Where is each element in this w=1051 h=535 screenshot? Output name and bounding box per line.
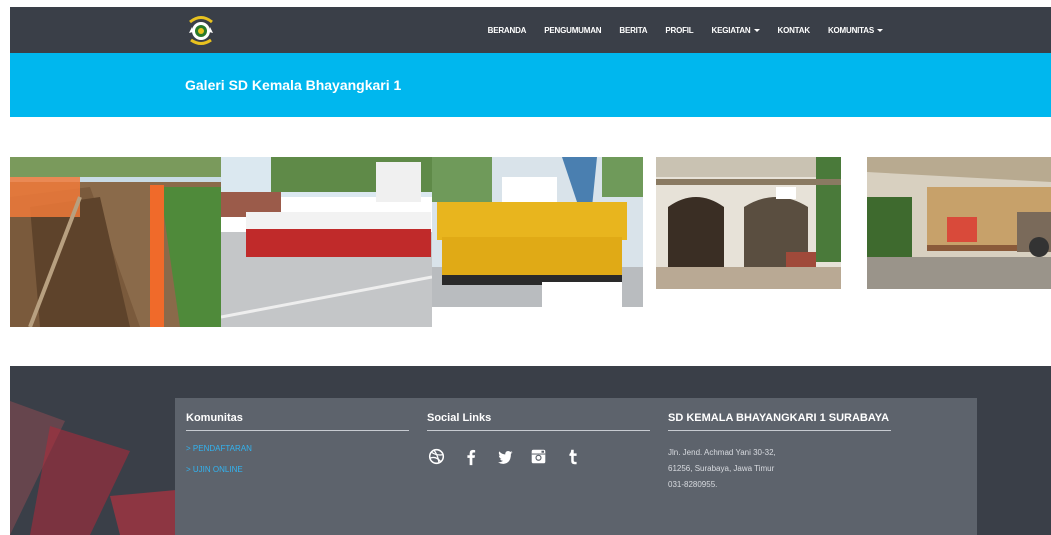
link-ujin-online[interactable]: > UJIN ONLINE xyxy=(186,466,409,474)
gallery-photo-excavation[interactable] xyxy=(10,157,221,327)
address-line-1: Jln. Jend. Achmad Yani 30-32, xyxy=(668,448,776,457)
nav-komunitas-dropdown[interactable]: KOMUNITAS xyxy=(828,26,883,35)
nav-beranda[interactable]: BERANDA xyxy=(488,26,527,35)
twitter-icon[interactable] xyxy=(495,447,514,466)
site-footer: Komunitas > PENDAFTARAN > UJIN ONLINE So… xyxy=(10,366,1051,535)
page: BERANDA PENGUMUMAN BERITA PROFIL KEGIATA… xyxy=(0,0,1051,535)
address-line-2: 61256, Surabaya, Jawa Timur xyxy=(668,464,775,473)
page-banner: Galeri SD Kemala Bhayangkari 1 xyxy=(10,53,1051,117)
gallery-photo-group-yellow[interactable] xyxy=(432,157,643,307)
nav-berita[interactable]: BERITA xyxy=(619,26,647,35)
footer-community-heading: Komunitas xyxy=(186,412,409,431)
footer-social-column: Social Links xyxy=(427,412,650,466)
gallery-photo-school-entrance[interactable] xyxy=(656,157,841,289)
footer-school-column: SD KEMALA BHAYANGKARI 1 SURABAYA Jln. Je… xyxy=(668,412,891,493)
social-icons xyxy=(427,447,650,466)
caret-down-icon xyxy=(877,29,883,32)
footer-social-heading: Social Links xyxy=(427,412,650,431)
nav-label: BERITA xyxy=(619,25,648,35)
link-pendaftaran[interactable]: > PENDAFTARAN xyxy=(186,445,409,453)
nav-label: KEGIATAN xyxy=(711,25,751,35)
footer-panel: Komunitas > PENDAFTARAN > UJIN ONLINE So… xyxy=(175,398,977,535)
instagram-icon[interactable] xyxy=(529,447,548,466)
caret-down-icon xyxy=(753,29,760,32)
footer-community-column: Komunitas > PENDAFTARAN > UJIN ONLINE xyxy=(186,412,409,474)
nav-pengumuman[interactable]: PENGUMUMAN xyxy=(544,26,601,35)
school-logo[interactable] xyxy=(185,12,217,48)
nav-label: PROFIL xyxy=(665,25,694,35)
nav-kontak[interactable]: KONTAK xyxy=(777,25,811,35)
main-menu: BERANDA PENGUMUMAN BERITA PROFIL KEGIATA… xyxy=(488,7,883,53)
footer-school-heading: SD KEMALA BHAYANGKARI 1 SURABAYA xyxy=(668,412,891,431)
top-navbar: BERANDA PENGUMUMAN BERITA PROFIL KEGIATA… xyxy=(10,7,1051,53)
page-title: Galeri SD Kemala Bhayangkari 1 xyxy=(185,77,402,93)
school-phone: 031-8280955. xyxy=(668,480,718,489)
school-address: Jln. Jend. Achmad Yani 30-32, 61256, Sur… xyxy=(668,445,891,493)
gallery-photo-corridor[interactable] xyxy=(867,157,1051,289)
nav-kegiatan-dropdown[interactable]: KEGIATAN xyxy=(712,26,760,35)
nav-label: KOMUNITAS xyxy=(827,25,874,35)
gallery-photo-students-lineup[interactable] xyxy=(221,157,432,327)
nav-label: KONTAK xyxy=(777,25,811,35)
dribbble-icon[interactable] xyxy=(427,447,446,466)
facebook-icon[interactable] xyxy=(461,447,480,466)
tumblr-icon[interactable] xyxy=(563,447,582,466)
nav-label: BERANDA xyxy=(487,25,527,35)
nav-label: PENGUMUMAN xyxy=(544,25,602,35)
nav-profil[interactable]: PROFIL xyxy=(665,26,693,35)
